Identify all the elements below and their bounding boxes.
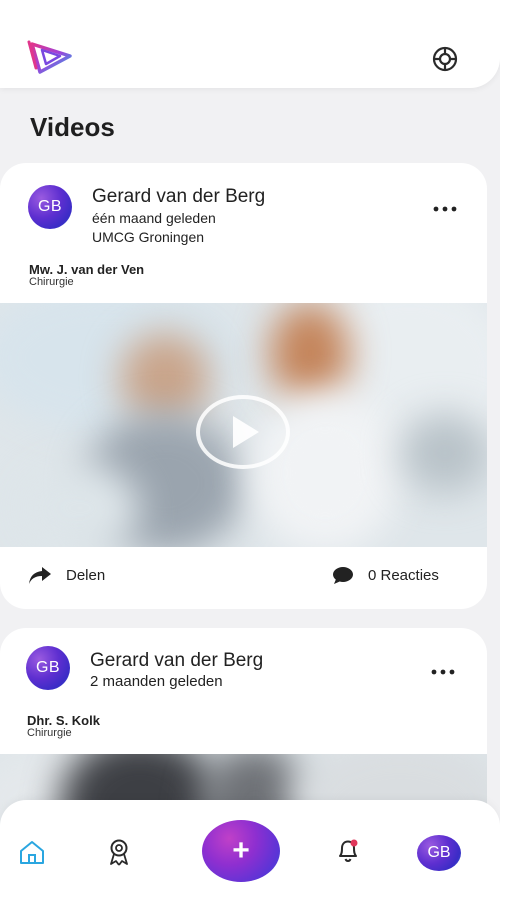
comments-button[interactable]: 0 Reacties (332, 565, 439, 585)
bell-icon[interactable] (332, 834, 364, 866)
play-triangle-logo-icon[interactable] (26, 38, 78, 80)
screen-edge (500, 0, 507, 900)
video-thumbnail[interactable] (0, 303, 487, 547)
department: Chirurgie (29, 276, 74, 288)
share-arrow-icon (29, 567, 51, 584)
comments-count: 0 Reacties (368, 566, 439, 584)
page-title: Videos (30, 112, 115, 142)
share-button[interactable]: Delen (28, 565, 105, 585)
profile-avatar[interactable]: GB (417, 835, 461, 871)
patient-name: Dhr. S. Kolk (27, 713, 100, 728)
post-time: één maand geleden (92, 210, 216, 226)
avatar[interactable]: GB (26, 646, 70, 690)
comment-bubble-icon (333, 567, 353, 584)
patient-name: Mw. J. van der Ven (29, 262, 145, 277)
notification-dot (350, 839, 358, 847)
more-options-icon[interactable] (428, 662, 458, 682)
home-icon[interactable] (16, 836, 48, 868)
post-author[interactable]: Gerard van der Berg (92, 186, 265, 208)
app-screen: Videos GB Gerard van der Berg één maand … (0, 0, 500, 900)
share-label: Delen (66, 566, 106, 584)
post-author[interactable]: Gerard van der Berg (90, 650, 263, 672)
post-time: 2 maanden geleden (90, 673, 223, 690)
award-icon[interactable] (103, 836, 135, 868)
top-header (0, 0, 500, 88)
more-options-icon[interactable] (430, 199, 460, 219)
add-video-button[interactable]: + (202, 820, 280, 882)
post-location: UMCG Groningen (92, 229, 205, 245)
video-post-card: GB Gerard van der Berg één maand geleden… (0, 163, 487, 609)
avatar[interactable]: GB (28, 185, 72, 229)
play-button[interactable] (196, 395, 290, 469)
bottom-navigation: + GB (0, 800, 500, 900)
department: Chirurgie (27, 727, 72, 739)
lifebuoy-icon[interactable] (430, 44, 460, 74)
